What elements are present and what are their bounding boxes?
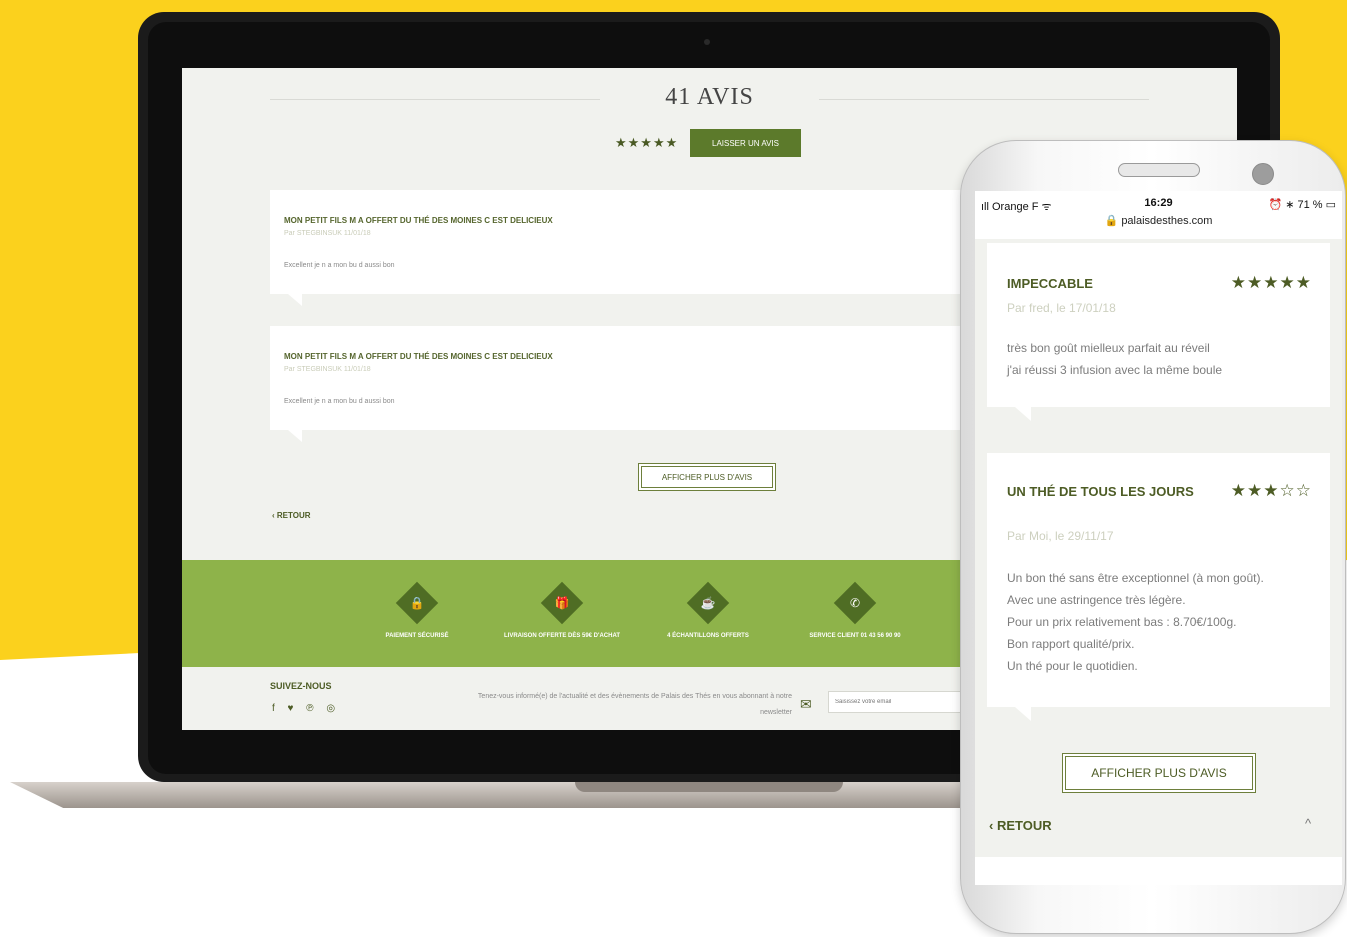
review-body: Excellent je n a mon bu d aussi bon — [284, 398, 395, 405]
back-link[interactable]: ‹ RETOUR — [272, 511, 311, 520]
phone-icon: ✆ — [833, 581, 877, 625]
show-more-reviews-button[interactable]: AFFICHER PLUS D'AVIS — [638, 463, 776, 491]
feature-secure-payment: 🔒 PAIEMENT SÉCURISÉ — [357, 580, 477, 641]
review-meta: Par STEGBINSUK 11/01/18 — [284, 230, 371, 237]
feature-label: 4 ÉCHANTILLONS OFFERTS — [667, 633, 749, 639]
feature-label: SERVICE CLIENT 01 43 56 90 90 — [809, 633, 901, 639]
follow-us-label: SUIVEZ-NOUS — [270, 681, 332, 691]
review-stars: ★★★☆☆ — [1230, 481, 1312, 500]
back-link[interactable]: ‹ RETOUR — [989, 818, 1052, 833]
status-bar: ıll Orange F ᯤ 16:29 ⏰ ∗ 71 % ▭ 🔒 palais… — [975, 191, 1342, 239]
review-stars: ★★★★★ — [1230, 273, 1312, 292]
url-bar[interactable]: 🔒 palaisdesthes.com — [975, 214, 1342, 227]
review-title: IMPECCABLE — [1007, 276, 1093, 291]
review-meta: Par fred, le 17/01/18 — [1007, 301, 1116, 315]
phone-bottom-bar — [975, 857, 1342, 885]
rating-stars: ★★★★★ — [615, 135, 679, 150]
laptop-camera — [704, 39, 710, 45]
gift-icon: 🎁 — [540, 581, 584, 625]
back-label: RETOUR — [276, 511, 311, 520]
scroll-top-icon[interactable]: ^ — [1305, 816, 1311, 831]
leave-review-button[interactable]: LAISSER UN AVIS — [690, 129, 801, 157]
review-body: Excellent je n a mon bu d aussi bon — [284, 262, 395, 269]
battery-indicator: ⏰ ∗ 71 % ▭ — [1268, 199, 1336, 211]
phone-screen: ıll Orange F ᯤ 16:29 ⏰ ∗ 71 % ▭ 🔒 palais… — [975, 191, 1342, 885]
reviews-heading: 41 AVIS — [665, 84, 754, 110]
review-meta: Par Moi, le 29/11/17 — [1007, 529, 1114, 543]
review-title: UN THÉ DE TOUS LES JOURS — [1007, 484, 1194, 499]
show-more-reviews-button[interactable]: AFFICHER PLUS D'AVIS — [1062, 753, 1256, 793]
phone-speaker — [1118, 163, 1200, 177]
mail-icon: ✉ — [800, 696, 812, 712]
feature-label: PAIEMENT SÉCURISÉ — [385, 633, 449, 639]
review-card: MON PETIT FILS M A OFFERT DU THÉ DES MOI… — [270, 190, 970, 306]
phone-camera — [1252, 163, 1274, 185]
review-card: UN THÉ DE TOUS LES JOURS ★★★☆☆ Par Moi, … — [987, 453, 1330, 721]
lock-icon: 🔒 — [395, 581, 439, 625]
review-meta: Par STEGBINSUK 11/01/18 — [284, 366, 371, 373]
review-body: Un bon thé sans être exceptionnel (à mon… — [1007, 571, 1264, 673]
feature-customer-service: ✆ SERVICE CLIENT 01 43 56 90 90 — [795, 580, 915, 641]
review-title: MON PETIT FILS M A OFFERT DU THÉ DES MOI… — [284, 352, 553, 361]
review-card: MON PETIT FILS M A OFFERT DU THÉ DES MOI… — [270, 326, 970, 442]
laptop-notch — [575, 782, 843, 792]
review-body: très bon goût mielleux parfait au réveil… — [1007, 341, 1223, 377]
social-icons[interactable]: f ♥ ℗ ◎ — [272, 703, 335, 714]
feature-free-delivery: 🎁 LIVRAISON OFFERTE DÈS 59€ D'ACHAT — [502, 580, 622, 641]
feature-samples: ☕ 4 ÉCHANTILLONS OFFERTS — [648, 580, 768, 641]
cup-icon: ☕ — [686, 581, 730, 625]
newsletter-text: Tenez-vous informé(e) de l'actualité et … — [477, 693, 792, 716]
review-title: MON PETIT FILS M A OFFERT DU THÉ DES MOI… — [284, 216, 553, 225]
feature-label: LIVRAISON OFFERTE DÈS 59€ D'ACHAT — [504, 633, 620, 639]
review-card: IMPECCABLE ★★★★★ Par fred, le 17/01/18 t… — [987, 243, 1330, 421]
